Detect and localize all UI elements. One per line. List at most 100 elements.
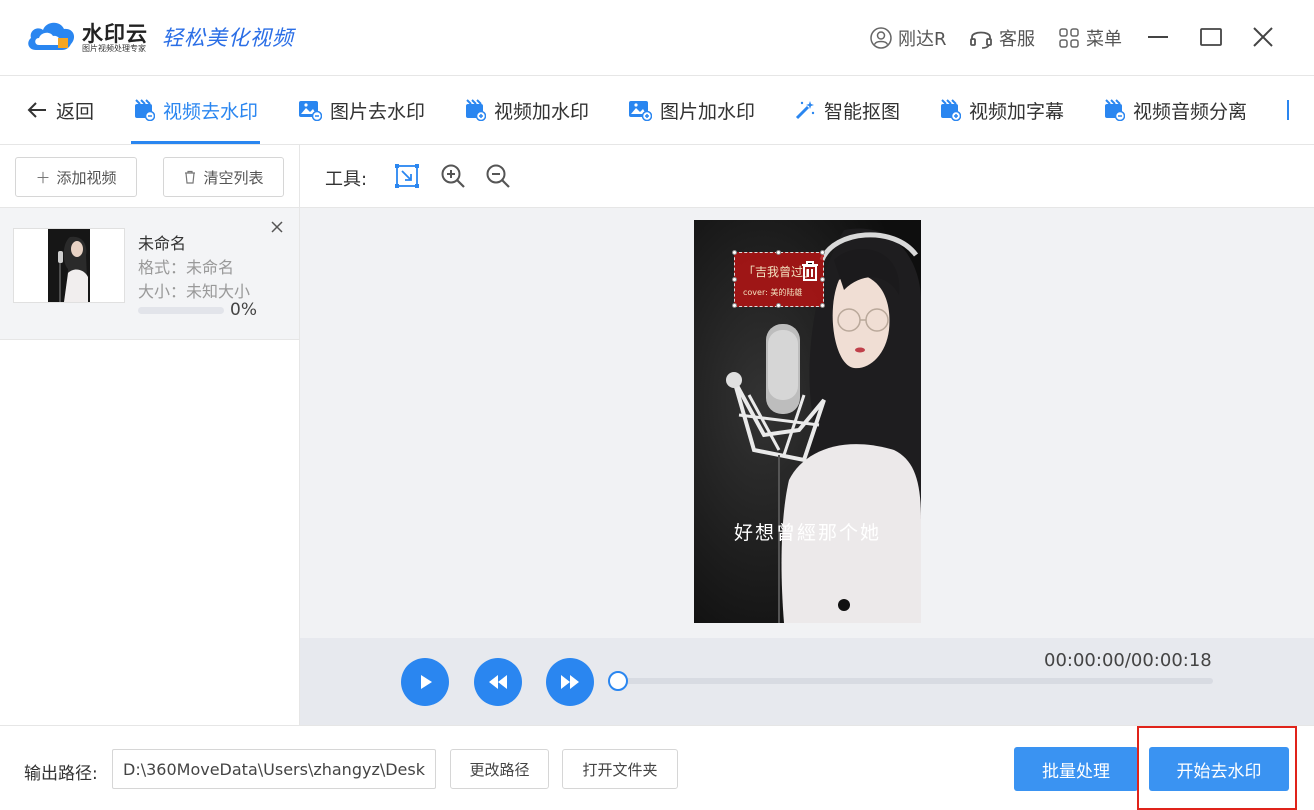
change-path-label: 更改路径 (469, 760, 530, 779)
maximize-button[interactable] (1196, 22, 1226, 52)
minimize-icon (1148, 36, 1168, 38)
rewind-icon (489, 675, 507, 689)
tab-image-remove-watermark[interactable]: 图片去水印 (298, 76, 425, 144)
watermark-selection-box[interactable]: 「吉我曾过」 cover: 美的陆雄 (732, 250, 825, 308)
add-video-button[interactable]: ＋ 添加视频 (15, 157, 137, 197)
file-size: 大小：未知大小 (138, 282, 251, 301)
app-window: 水印云 图片视频处理专家 轻松美化视频 刚达R 客服 菜单 返回 视频去水印 图… (0, 0, 1314, 810)
output-path-label: 输出路径: (24, 764, 98, 784)
headset-icon (970, 31, 992, 49)
tab-smart-cutout[interactable]: 智能抠图 (794, 76, 900, 144)
resize-handle[interactable] (776, 303, 781, 308)
video-subtitle-icon (941, 99, 961, 121)
resize-handle[interactable] (820, 303, 825, 308)
output-bar: 输出路径: 更改路径 打开文件夹 批量处理 开始去水印 (0, 725, 1314, 810)
batch-process-button[interactable]: 批量处理 (1014, 747, 1138, 791)
batch-process-label: 批量处理 (1042, 761, 1110, 782)
clear-list-label: 清空列表 (203, 168, 264, 187)
tab-image-add-watermark[interactable]: 图片加水印 (628, 76, 755, 144)
file-list-item[interactable]: 未命名 格式：未命名 大小：未知大小 0% (0, 208, 299, 340)
logo-slogan: 轻松美化视频 (162, 26, 294, 50)
video-preview-area: 「吉我曾过」 cover: 美的陆雄 好想曾經那个她 (300, 208, 1314, 638)
magic-wand-icon (795, 101, 815, 120)
user-name: 刚达R (898, 29, 947, 50)
resize-handle[interactable] (776, 250, 781, 255)
tab-label: 视频加水印 (494, 100, 590, 123)
resize-handle[interactable] (820, 277, 825, 282)
tab-label: 图片去水印 (330, 100, 426, 123)
video-audio-icon (1105, 99, 1125, 121)
play-icon (421, 675, 432, 689)
seek-bar[interactable] (618, 678, 1213, 684)
feature-nav: 返回 视频去水印 图片去水印 视频加水印 图片加水印 智能抠图 视频加字幕 视频… (0, 76, 1314, 145)
title-bar: 水印云 图片视频处理专家 轻松美化视频 刚达R 客服 菜单 (0, 0, 1314, 76)
close-icon (271, 221, 283, 233)
delete-selection-icon[interactable] (801, 261, 819, 281)
tab-label: 视频去水印 (163, 100, 259, 123)
rewind-button[interactable] (474, 658, 522, 706)
resize-handle[interactable] (732, 303, 737, 308)
video-thumbnail (13, 228, 125, 303)
file-name: 未命名 (138, 234, 187, 253)
close-icon (1253, 27, 1273, 47)
tab-video-add-watermark[interactable]: 视频加水印 (464, 76, 589, 144)
close-window-button[interactable] (1248, 22, 1278, 52)
customer-service-button[interactable]: 客服 (969, 24, 1035, 52)
image-add-icon (629, 101, 652, 121)
logo-cloud-icon (28, 22, 75, 50)
tools-label: 工具: (325, 169, 368, 190)
playback-time: 00:00:00/00:00:18 (1044, 650, 1212, 671)
play-button[interactable] (401, 658, 449, 706)
zoom-out-icon[interactable] (485, 163, 511, 189)
resize-handle[interactable] (732, 277, 737, 282)
trash-icon (185, 170, 196, 184)
active-tab-indicator (131, 141, 260, 144)
user-account[interactable]: 刚达R (870, 24, 947, 52)
grid-menu-icon (1059, 28, 1079, 48)
tab-label: 智能抠图 (824, 100, 901, 123)
open-folder-button[interactable]: 打开文件夹 (562, 749, 678, 789)
seek-handle[interactable] (608, 671, 628, 691)
tab-label: 图片加水印 (660, 100, 756, 123)
back-button[interactable]: 返回 (26, 76, 94, 144)
fast-forward-button[interactable] (546, 658, 594, 706)
file-progress-text: 0% (230, 300, 257, 320)
highlight-box (1137, 726, 1297, 810)
plus-icon: ＋ (35, 168, 51, 187)
nav-scroll-indicator (1287, 100, 1289, 120)
thumbnail-image (48, 229, 90, 302)
video-remove-icon (135, 99, 155, 121)
video-add-icon (466, 99, 486, 121)
user-icon (870, 27, 892, 49)
tab-label: 视频音频分离 (1133, 100, 1248, 123)
image-remove-icon (299, 101, 322, 121)
remove-file-button[interactable] (270, 218, 284, 239)
add-video-label: 添加视频 (56, 168, 117, 187)
fast-forward-icon (561, 675, 579, 689)
service-label: 客服 (999, 29, 1035, 50)
menu-label: 菜单 (1086, 29, 1122, 50)
watermark-subtext: cover: 美的陆雄 (743, 288, 803, 297)
logo-subtitle: 图片视频处理专家 (82, 44, 146, 53)
back-label: 返回 (56, 100, 95, 123)
select-region-icon[interactable] (394, 163, 420, 189)
tab-video-remove-watermark[interactable]: 视频去水印 (133, 76, 258, 144)
minimize-button[interactable] (1143, 22, 1173, 52)
menu-button[interactable]: 菜单 (1058, 24, 1122, 52)
resize-handle[interactable] (820, 250, 825, 255)
zoom-in-icon[interactable] (440, 163, 466, 189)
output-path-input[interactable] (112, 749, 436, 789)
resize-handle[interactable] (732, 250, 737, 255)
clear-list-button[interactable]: 清空列表 (163, 157, 284, 197)
file-format: 格式：未命名 (138, 258, 235, 277)
tab-video-audio-separate[interactable]: 视频音频分离 (1103, 76, 1247, 144)
file-progress-bar (138, 307, 224, 314)
change-path-button[interactable]: 更改路径 (450, 749, 549, 789)
video-subtitle: 好想曾經那个她 (733, 522, 881, 544)
tool-bar: 工具: (300, 145, 1314, 208)
open-folder-label: 打开文件夹 (582, 760, 658, 779)
video-frame: 「吉我曾过」 cover: 美的陆雄 好想曾經那个她 (694, 220, 921, 623)
tab-label: 视频加字幕 (969, 100, 1065, 123)
maximize-icon (1200, 28, 1222, 46)
tab-video-subtitle[interactable]: 视频加字幕 (939, 76, 1064, 144)
